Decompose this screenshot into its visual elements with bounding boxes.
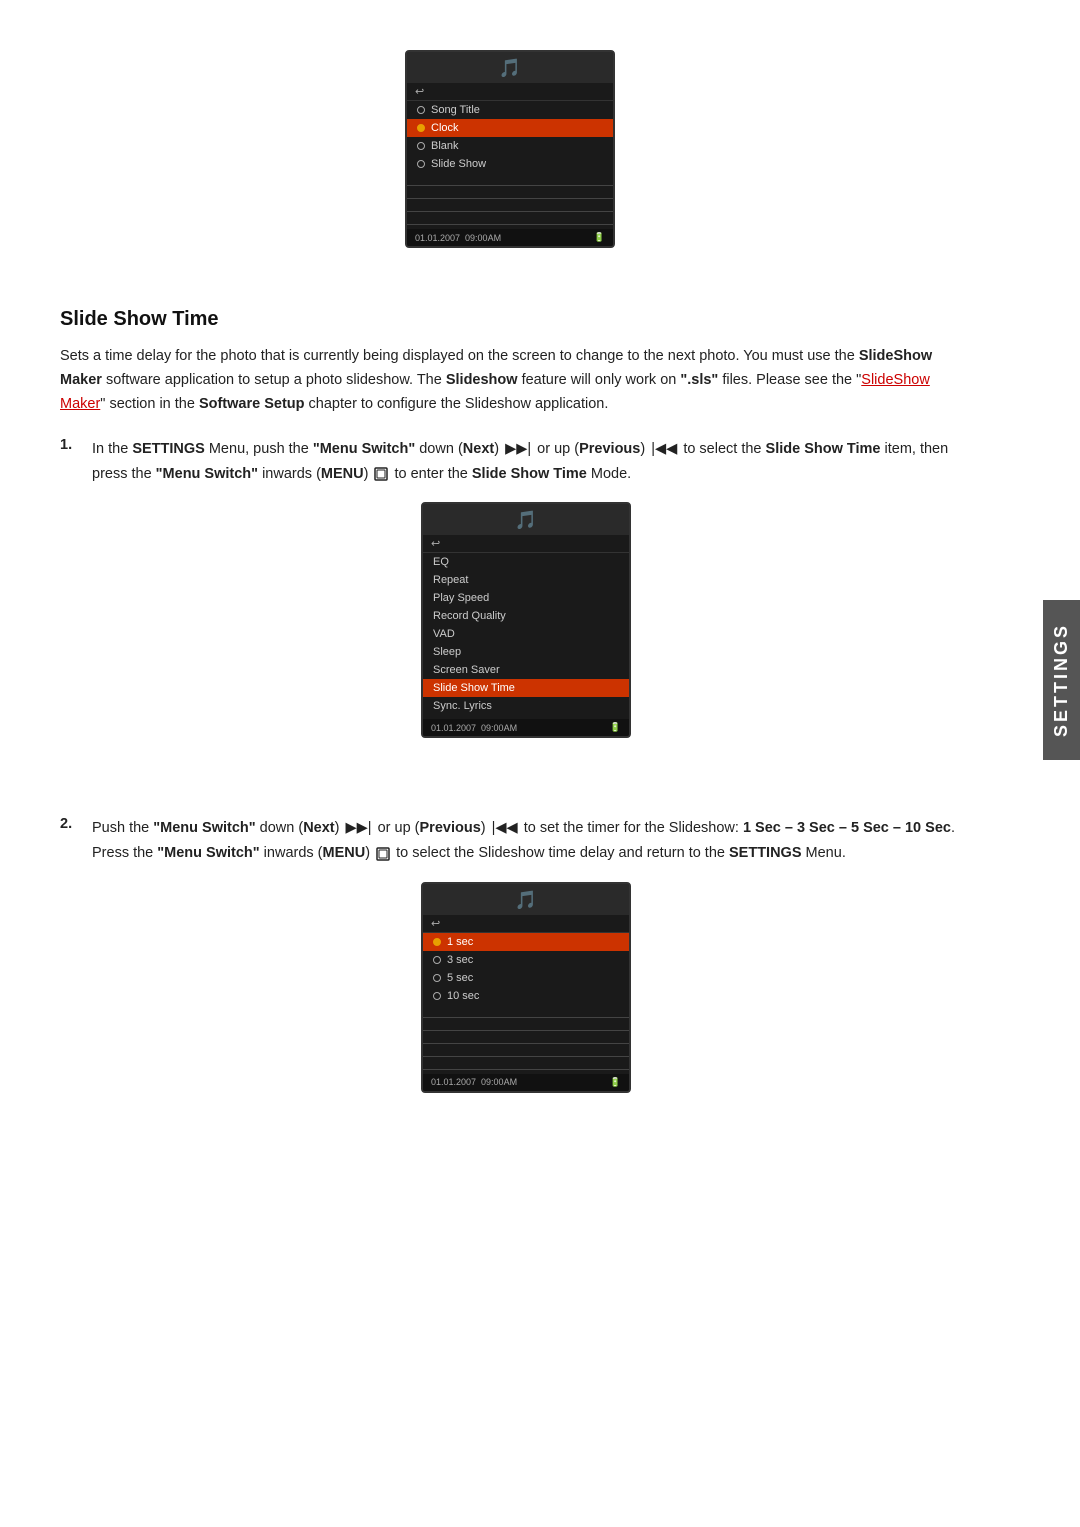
radio-blank [417,142,425,150]
settings-tab: SETTINGS [1043,600,1080,760]
radio-10sec [433,992,441,1000]
next-icon-1: ▶▶| [505,437,531,462]
screen2-wrapper: 🎵 ↩ EQ Repeat Play Speed Record Quality … [92,502,960,768]
device-header-1: 🎵 [407,52,613,83]
menu-item-repeat: Repeat [423,571,629,589]
step-2-number: 2. [60,816,82,832]
to-text-3: to [396,845,408,861]
step-2-text: Push the "Menu Switch" down (Next) ▶▶| o… [92,816,960,865]
device-header-3: 🎵 [423,884,629,915]
step-1: 1. In the SETTINGS Menu, push the "Menu … [60,437,960,798]
radio-slideshow [417,160,425,168]
menu-item-clock: Clock [407,119,613,137]
menu-item-slide-show-time: Slide Show Time [423,679,629,697]
device-screen-1: 🎵 ↩ Song Title Clock Blank Slide Show [405,50,615,248]
prev-icon-2: |◀◀ [492,816,518,841]
menu-item-5sec: 5 sec [423,969,629,987]
menu-item-1sec: 1 sec [423,933,629,951]
step-2: 2. Push the "Menu Switch" down (Next) ▶▶… [60,816,960,1152]
device-footer-3: 01.01.2007 09:00AM 🔋 [423,1074,629,1091]
menu-item-vad: VAD [423,625,629,643]
section-title: Slide Show Time [60,308,960,331]
menu-item-sleep: Sleep [423,643,629,661]
device-footer-1: 01.01.2007 09:00AM 🔋 [407,229,613,246]
menu-item-screen-saver: Screen Saver [423,661,629,679]
screen3-wrapper: 🎵 ↩ 1 sec 3 sec [92,882,960,1123]
next-icon-2: ▶▶| [346,816,372,841]
radio-1sec [433,938,441,946]
settings-tab-label: SETTINGS [1051,623,1072,737]
radio-song-title [417,106,425,114]
step-1-text: In the SETTINGS Menu, push the "Menu Swi… [92,437,960,486]
menu-item-slideshow: Slide Show [407,155,613,173]
device-back-2: ↩ [423,535,629,553]
device-screen-2: 🎵 ↩ EQ Repeat Play Speed Record Quality … [421,502,631,738]
to-text-1: to [683,441,695,457]
menu-item-10sec: 10 sec [423,987,629,1005]
device-logo-3: 🎵 [515,890,537,911]
prev-icon-1: |◀◀ [651,437,677,462]
device-logo-2: 🎵 [515,510,537,531]
radio-5sec [433,974,441,982]
menu-item-eq: EQ [423,553,629,571]
device-screen-3: 🎵 ↩ 1 sec 3 sec [421,882,631,1093]
menu-item-blank: Blank [407,137,613,155]
section-body: Sets a time delay for the photo that is … [60,345,960,417]
menu-item-3sec: 3 sec [423,951,629,969]
device-header-2: 🎵 [423,504,629,535]
menu-item-song-title: Song Title [407,101,613,119]
device-back-3: ↩ [423,915,629,933]
step-1-number: 1. [60,437,82,453]
radio-clock [417,124,425,132]
device-logo-1: 🎵 [499,58,521,79]
menu-item-sync-lyrics: Sync. Lyrics [423,697,629,715]
menu-item-record-quality: Record Quality [423,607,629,625]
menu-icon-1 [374,464,388,484]
radio-3sec [433,956,441,964]
to-text-2: to [395,466,407,482]
device-footer-2: 01.01.2007 09:00AM 🔋 [423,719,629,736]
menu-item-play-speed: Play Speed [423,589,629,607]
device-back-1: ↩ [407,83,613,101]
screen1-wrapper: 🎵 ↩ Song Title Clock Blank Slide Show [60,50,960,278]
menu-icon-2 [376,843,390,863]
